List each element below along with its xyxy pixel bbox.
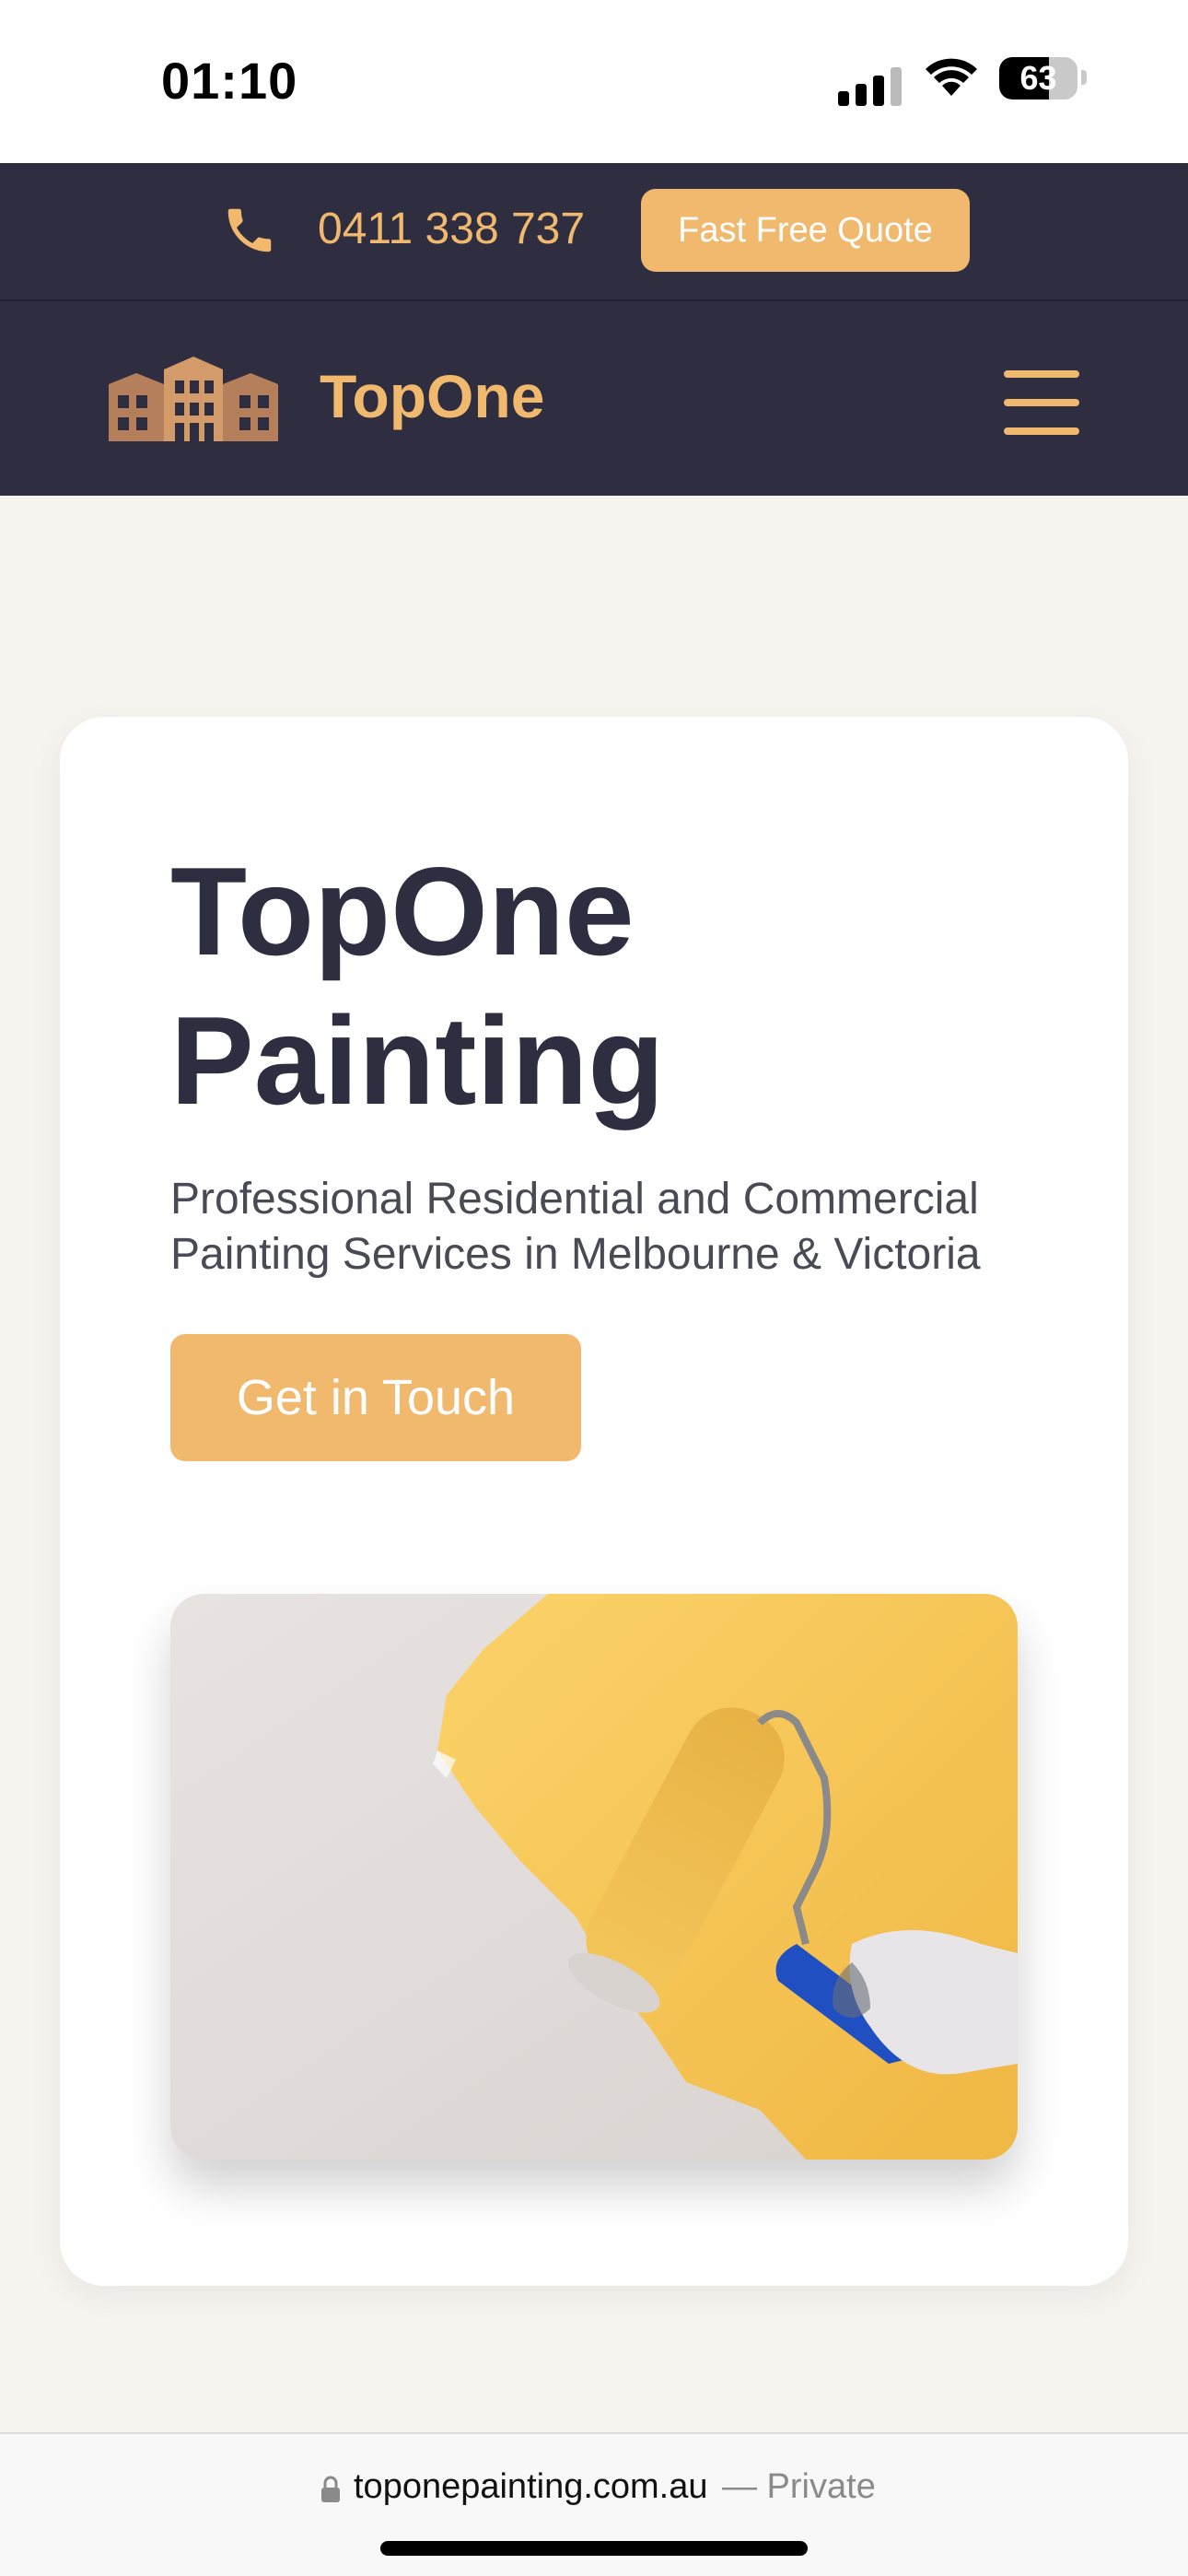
hamburger-menu-icon[interactable] — [1004, 370, 1079, 435]
browser-url-bar[interactable]: toponepainting.com.au — Private — [0, 2432, 1188, 2576]
get-in-touch-button[interactable]: Get in Touch — [170, 1334, 581, 1461]
building-icon[interactable] — [109, 357, 278, 441]
hero-card: TopOne Painting Professional Residential… — [60, 717, 1128, 2286]
home-indicator[interactable] — [380, 2541, 808, 2556]
hero-subtitle: Professional Residential and Commercial … — [170, 1175, 981, 1279]
privacy-label: — Private — [722, 2467, 876, 2506]
status-icons: 63 — [838, 55, 1087, 106]
contact-bar: 0411 338 737 Fast Free Quote — [0, 163, 1188, 301]
phone-icon[interactable] — [221, 202, 278, 259]
status-bar: 01:10 63 — [0, 0, 1188, 163]
battery-icon: 63 — [999, 57, 1077, 100]
phone-number-link[interactable]: 0411 338 737 — [318, 204, 585, 254]
lock-icon — [321, 2476, 340, 2502]
battery-level: 63 — [1019, 59, 1057, 97]
status-time: 01:10 — [161, 52, 298, 110]
paint-roller-image — [170, 1594, 1018, 2160]
page-title: TopOne Painting — [170, 841, 665, 1130]
wifi-icon — [926, 58, 977, 96]
main-navbar: TopOne — [0, 301, 1188, 496]
fast-free-quote-button[interactable]: Fast Free Quote — [641, 189, 970, 272]
brand-name[interactable]: TopOne — [320, 361, 544, 431]
url-text[interactable]: toponepainting.com.au — [354, 2467, 708, 2507]
